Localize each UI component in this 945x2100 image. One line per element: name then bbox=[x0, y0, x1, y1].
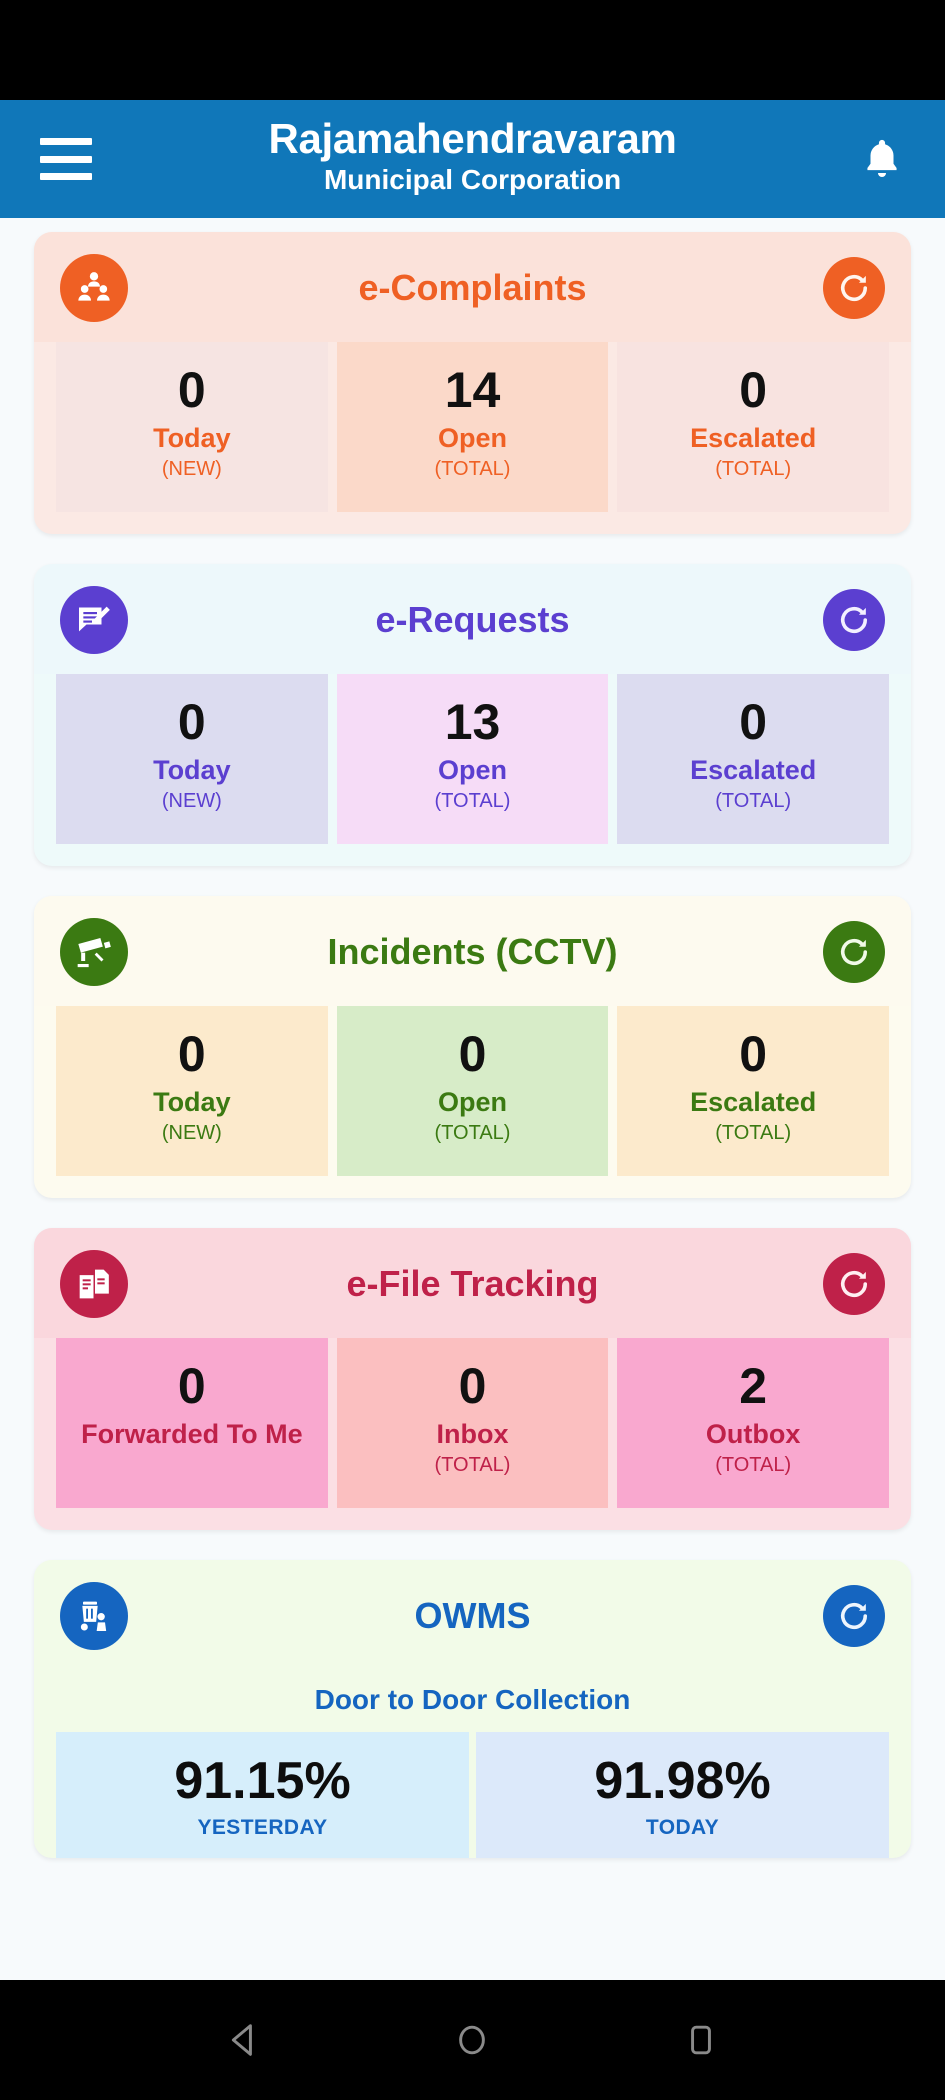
stat-sublabel: (NEW) bbox=[161, 457, 222, 480]
stat-cell-escalated[interactable]: 0 Escalated (TOTAL) bbox=[617, 674, 890, 844]
stat-sublabel: (TOTAL) bbox=[434, 789, 511, 812]
stat-value: 0 bbox=[177, 362, 206, 418]
stats-row-e-complaints: 0 Today (NEW) 14 Open (TOTAL) 0 Escalate… bbox=[34, 342, 911, 534]
card-title-e-requests: e-Requests bbox=[375, 599, 570, 640]
home-circle-icon[interactable] bbox=[450, 2018, 494, 2062]
phone-screen: Rajamahendravaram Municipal Corporation bbox=[0, 0, 945, 2100]
stat-cell-today[interactable]: 0 Today (NEW) bbox=[56, 1006, 328, 1176]
stat-label: Forwarded To Me bbox=[81, 1419, 303, 1449]
stats-row-incidents-cctv: 0 Today (NEW) 0 Open (TOTAL) 0 Escalated… bbox=[34, 1006, 911, 1198]
stat-label: Escalated bbox=[690, 423, 817, 453]
card-e-requests[interactable]: e-Requests 0 Today (NEW) 13 Open (TOTAL)… bbox=[34, 564, 911, 866]
owms-period-label: YESTERDAY bbox=[197, 1816, 328, 1840]
stat-label: Open bbox=[438, 755, 508, 785]
status-bar bbox=[0, 0, 945, 100]
stat-sublabel: (TOTAL) bbox=[434, 1453, 511, 1476]
stat-value: 14 bbox=[444, 362, 501, 418]
waste-bin-icon bbox=[60, 1582, 128, 1650]
stat-value: 0 bbox=[739, 362, 768, 418]
stat-value: 13 bbox=[444, 694, 501, 750]
stat-label: Inbox bbox=[436, 1419, 509, 1449]
stat-value: 2 bbox=[739, 1358, 768, 1414]
owms-cell-yesterday[interactable]: 91.15% YESTERDAY bbox=[56, 1732, 469, 1859]
stat-value: 0 bbox=[177, 1358, 206, 1414]
card-title-incidents-cctv: Incidents (CCTV) bbox=[327, 931, 618, 972]
cctv-camera-icon bbox=[60, 918, 128, 986]
page-title: Rajamahendravaram bbox=[268, 114, 677, 162]
stat-sublabel: (TOTAL) bbox=[715, 1121, 792, 1144]
card-e-file-tracking[interactable]: e-File Tracking 0 Forwarded To Me 0 Inbo… bbox=[34, 1228, 911, 1530]
card-incidents-cctv[interactable]: Incidents (CCTV) 0 Today (NEW) 0 Open (T… bbox=[34, 896, 911, 1198]
stat-sublabel: (NEW) bbox=[161, 1121, 222, 1144]
stat-cell-escalated[interactable]: 0 Escalated (TOTAL) bbox=[617, 1006, 890, 1176]
stat-sublabel: (TOTAL) bbox=[434, 1121, 511, 1144]
stat-label: Today bbox=[153, 1087, 231, 1117]
card-title-e-file-tracking: e-File Tracking bbox=[346, 1263, 599, 1304]
card-title-e-complaints: e-Complaints bbox=[358, 267, 587, 308]
documents-stack-icon bbox=[60, 1250, 128, 1318]
stat-cell-forwarded-to-me[interactable]: 0 Forwarded To Me bbox=[56, 1338, 328, 1508]
stat-value: 0 bbox=[458, 1358, 487, 1414]
stat-label: Escalated bbox=[690, 1087, 817, 1117]
notification-bell-icon[interactable] bbox=[859, 134, 905, 184]
stats-row-e-requests: 0 Today (NEW) 13 Open (TOTAL) 0 Escalate… bbox=[34, 674, 911, 866]
recents-square-icon[interactable] bbox=[679, 2018, 723, 2062]
document-edit-icon bbox=[60, 586, 128, 654]
refresh-icon[interactable] bbox=[823, 1253, 885, 1315]
stat-cell-open[interactable]: 14 Open (TOTAL) bbox=[336, 342, 609, 512]
stat-cell-escalated[interactable]: 0 Escalated (TOTAL) bbox=[617, 342, 890, 512]
stat-label: Today bbox=[153, 755, 231, 785]
refresh-icon[interactable] bbox=[823, 921, 885, 983]
stat-value: 0 bbox=[458, 1026, 487, 1082]
refresh-icon[interactable] bbox=[823, 589, 885, 651]
card-header-e-complaints: e-Complaints bbox=[34, 232, 911, 342]
refresh-icon[interactable] bbox=[823, 257, 885, 319]
stat-value: 0 bbox=[177, 694, 206, 750]
stat-cell-open[interactable]: 13 Open (TOTAL) bbox=[336, 674, 609, 844]
stat-label: Open bbox=[438, 423, 508, 453]
card-title-owms: OWMS bbox=[414, 1595, 531, 1636]
stat-label: Escalated bbox=[690, 755, 817, 785]
stat-value: 0 bbox=[739, 694, 768, 750]
stat-cell-outbox[interactable]: 2 Outbox (TOTAL) bbox=[617, 1338, 890, 1508]
stat-cell-open[interactable]: 0 Open (TOTAL) bbox=[336, 1006, 609, 1176]
stat-sublabel: (TOTAL) bbox=[715, 1453, 792, 1476]
stat-label: Today bbox=[153, 423, 231, 453]
app-bar: Rajamahendravaram Municipal Corporation bbox=[0, 100, 945, 218]
owms-percent: 91.98% bbox=[594, 1752, 771, 1810]
stat-sublabel: (TOTAL) bbox=[715, 789, 792, 812]
stat-sublabel: (TOTAL) bbox=[434, 457, 511, 480]
refresh-icon[interactable] bbox=[823, 1585, 885, 1647]
owms-cell-today[interactable]: 91.98% TODAY bbox=[476, 1732, 889, 1859]
page-subtitle: Municipal Corporation bbox=[323, 163, 622, 195]
owms-period-label: TODAY bbox=[645, 1816, 720, 1840]
app-title-block: Rajamahendravaram Municipal Corporation bbox=[0, 114, 945, 201]
stat-value: 0 bbox=[739, 1026, 768, 1082]
stat-sublabel: (TOTAL) bbox=[715, 457, 792, 480]
card-header-e-requests: e-Requests bbox=[34, 564, 911, 674]
card-owms[interactable]: OWMS Door to Door Collection 91.15% YEST… bbox=[34, 1560, 911, 1859]
stat-label: Open bbox=[438, 1087, 508, 1117]
stat-cell-today[interactable]: 0 Today (NEW) bbox=[56, 342, 328, 512]
owms-subtitle: Door to Door Collection bbox=[314, 1684, 631, 1715]
people-group-icon bbox=[60, 254, 128, 322]
card-e-complaints[interactable]: e-Complaints 0 Today (NEW) 14 Open (TOTA… bbox=[34, 232, 911, 534]
stat-value: 0 bbox=[177, 1026, 206, 1082]
android-navigation-bar bbox=[0, 1980, 945, 2100]
stat-sublabel: (NEW) bbox=[161, 789, 222, 812]
hamburger-menu-icon[interactable] bbox=[40, 138, 92, 180]
stat-cell-inbox[interactable]: 0 Inbox (TOTAL) bbox=[336, 1338, 609, 1508]
owms-stats-row: 91.15% YESTERDAY 91.98% TODAY bbox=[34, 1732, 911, 1859]
stats-row-e-file-tracking: 0 Forwarded To Me 0 Inbox (TOTAL) 2 Outb… bbox=[34, 1338, 911, 1530]
owms-percent: 91.15% bbox=[174, 1752, 351, 1810]
stat-cell-today[interactable]: 0 Today (NEW) bbox=[56, 674, 328, 844]
card-header-e-file-tracking: e-File Tracking bbox=[34, 1228, 911, 1338]
stat-label: Outbox bbox=[705, 1419, 801, 1449]
card-header-incidents-cctv: Incidents (CCTV) bbox=[34, 896, 911, 1006]
back-triangle-icon[interactable] bbox=[222, 2018, 266, 2062]
dashboard-scroll-area[interactable]: e-Complaints 0 Today (NEW) 14 Open (TOTA… bbox=[0, 218, 945, 1980]
card-header-owms: OWMS bbox=[34, 1560, 911, 1670]
